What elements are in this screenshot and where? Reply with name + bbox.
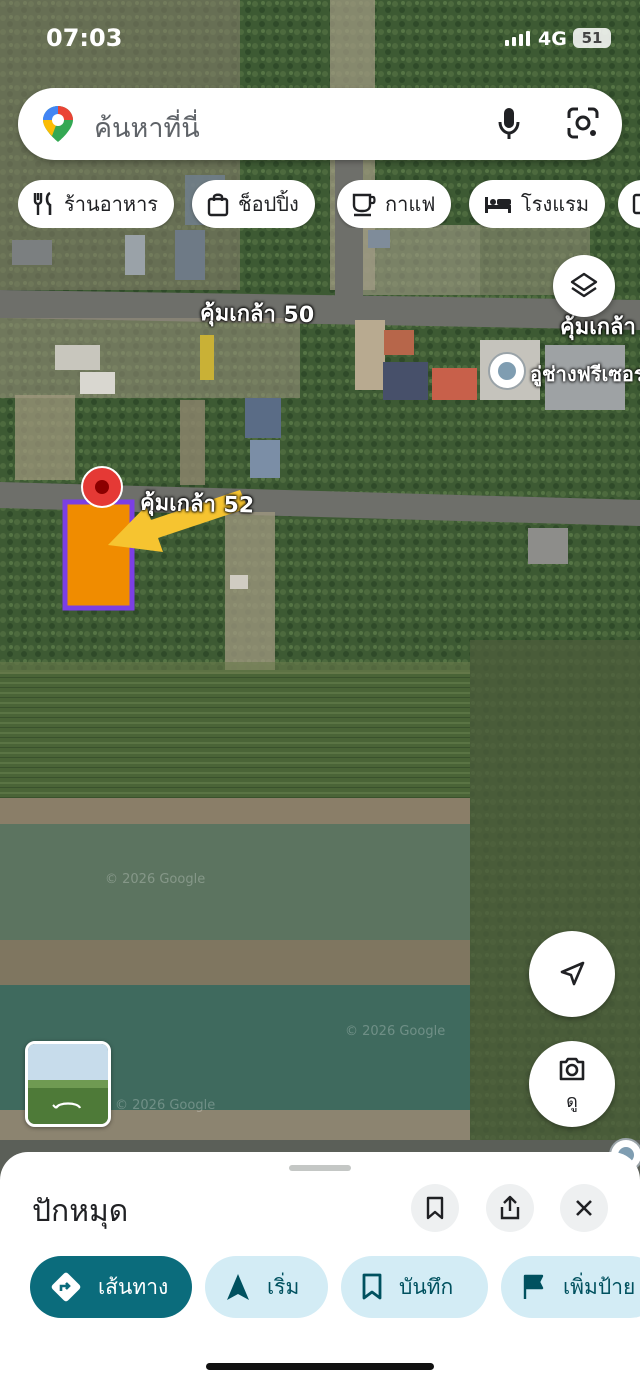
navigation-arrow-icon (560, 961, 585, 986)
poi-label[interactable]: อู่ช่างฟรีเซอร (530, 358, 640, 390)
bookmark-icon (426, 1196, 444, 1220)
map-copyright: © 2026 Google (105, 872, 206, 887)
battery-icon: 51 (573, 28, 611, 48)
layers-button[interactable] (553, 255, 615, 317)
street-view-thumbnail[interactable] (25, 1041, 111, 1127)
search-bar[interactable]: ค้นหาที่นี่ (18, 88, 622, 160)
fuel-icon (632, 193, 640, 215)
place-sheet[interactable]: ปักหมุด เส้นทาง เริ่ม บันทึก เพิ่มป้าย (0, 1152, 640, 1384)
chip-label: โรงแรม (521, 192, 590, 216)
bookmark-button[interactable] (411, 1184, 459, 1232)
chip-coffee[interactable]: กาแฟ (337, 180, 452, 228)
lens-view-label: ดู (566, 1090, 578, 1112)
chip-label: ร้านอาหาร (64, 192, 159, 216)
microphone-icon[interactable] (496, 106, 522, 142)
search-input[interactable]: ค้นหาที่นี่ (94, 106, 200, 149)
restaurant-icon (33, 191, 52, 215)
camera-lens-icon (559, 1057, 585, 1080)
map-copyright-2: © 2026 Google (345, 1024, 446, 1039)
sheet-title: ปักหมุด (32, 1194, 129, 1229)
close-button[interactable] (560, 1184, 608, 1232)
add-label-button[interactable]: เพิ่มป้าย (501, 1256, 640, 1318)
directions-label: เส้นทาง (98, 1274, 169, 1299)
google-lens-icon[interactable] (566, 106, 600, 140)
home-indicator[interactable] (206, 1363, 434, 1370)
layers-icon (570, 272, 598, 298)
sheet-actions: เส้นทาง เริ่ม บันทึก เพิ่มป้าย (30, 1256, 640, 1318)
coffee-icon (352, 193, 376, 217)
status-bar: 07:03 4G 51 (0, 0, 640, 76)
map-copyright-3: © 2026 Google (115, 1098, 216, 1113)
start-label: เริ่ม (267, 1274, 300, 1299)
share-button[interactable] (486, 1184, 534, 1232)
hotel-bed-icon (485, 197, 511, 213)
category-chips: ร้านอาหาร ช็อปปิ้ง กาแฟ โรงแรม (18, 180, 640, 228)
flag-icon (523, 1274, 544, 1299)
chip-label: กาแฟ (385, 192, 436, 216)
directions-icon (51, 1272, 81, 1302)
street-view-photo (28, 1044, 108, 1124)
chip-restaurants[interactable]: ร้านอาหาร (18, 180, 175, 228)
share-icon (500, 1195, 520, 1220)
save-label: บันทึก (399, 1274, 454, 1299)
google-maps-pin-icon (43, 106, 73, 142)
status-time: 07:03 (46, 24, 123, 52)
save-button[interactable]: บันทึก (341, 1256, 488, 1318)
signal-icon (505, 30, 530, 46)
lens-view-button[interactable]: ดู (529, 1041, 615, 1127)
chip-shopping[interactable]: ช็อปปิ้ง (192, 180, 315, 228)
chip-label: ช็อปปิ้ง (238, 192, 299, 216)
start-button[interactable]: เริ่ม (205, 1256, 328, 1318)
close-icon (576, 1200, 592, 1216)
add-label-label: เพิ่มป้าย (563, 1274, 636, 1299)
chip-more[interactable] (618, 180, 640, 228)
navigation-start-icon (227, 1274, 249, 1300)
bookmark-save-icon (362, 1273, 382, 1300)
road-label-50: คุ้มเกล้า 50 (199, 301, 315, 328)
road-label-52: คุ้มเกล้า 52 (139, 490, 255, 519)
chip-hotels[interactable]: โรงแรม (469, 180, 606, 228)
selected-parcel (62, 499, 135, 611)
network-type: 4G (538, 28, 567, 50)
sheet-drag-handle[interactable] (289, 1165, 351, 1171)
directions-button[interactable]: เส้นทาง (30, 1256, 192, 1318)
my-location-button[interactable] (529, 931, 615, 1017)
shopping-bag-icon (207, 193, 229, 217)
